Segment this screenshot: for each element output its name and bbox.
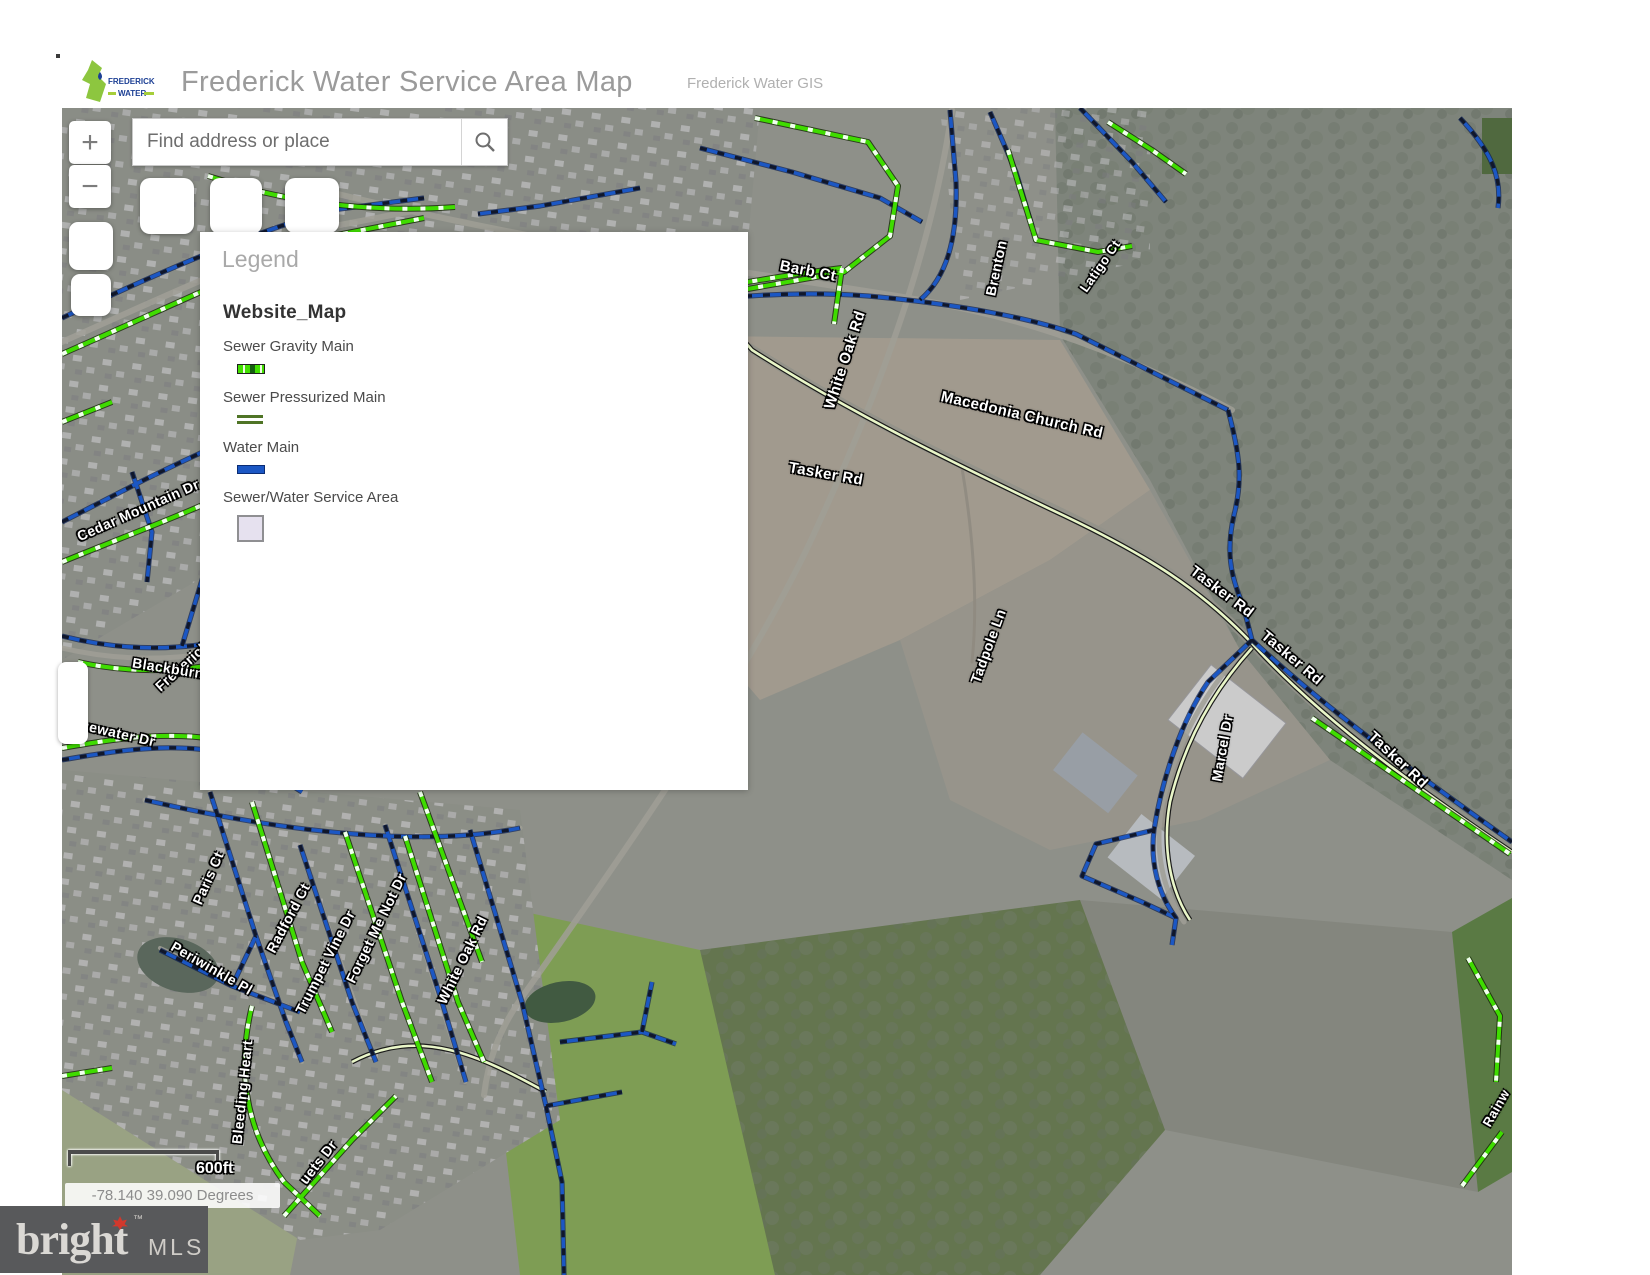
scale-label: 600ft: [196, 1160, 233, 1178]
search-icon: [474, 131, 496, 153]
side-panel-handle[interactable]: [58, 662, 88, 744]
legend-item: Sewer Gravity Main: [223, 338, 398, 374]
locate-button[interactable]: [71, 274, 111, 316]
svg-text:FREDERICK: FREDERICK: [108, 77, 155, 86]
search-input[interactable]: [133, 119, 461, 165]
legend-panel: Legend Website_Map Sewer Gravity MainSew…: [200, 232, 748, 790]
page: donia Church RdBarb CtWhite Oak RdBrento…: [0, 0, 1650, 1275]
legend-item-label: Sewer Pressurized Main: [223, 389, 398, 406]
frederick-water-logo: FREDERICK WATER: [78, 58, 174, 106]
svg-text:WATER: WATER: [118, 89, 147, 98]
zoom-in-button[interactable]: +: [69, 121, 111, 164]
home-button[interactable]: [69, 222, 113, 270]
bright-mls-watermark: bright ™ MLS: [0, 1206, 208, 1273]
toolbar-button-1[interactable]: [140, 178, 194, 234]
search-button[interactable]: [461, 119, 507, 165]
legend-item: Sewer/Water Service Area: [223, 489, 398, 542]
toolbar-button-3[interactable]: [285, 178, 339, 233]
legend-swatch-press: [237, 415, 263, 424]
legend-title: Legend: [222, 246, 299, 273]
legend-layer-title: Website_Map: [223, 302, 346, 324]
legend-item-label: Sewer Gravity Main: [223, 338, 398, 355]
legend-item-label: Water Main: [223, 439, 398, 456]
zoom-out-button[interactable]: −: [69, 165, 111, 208]
legend-swatch-gravity: [237, 364, 265, 374]
legend-items: Sewer Gravity Main Sewer Pressurized Main…: [223, 338, 398, 557]
page-title: Frederick Water Service Area Map: [181, 66, 633, 99]
coordinates-readout: -78.140 39.090 Degrees: [65, 1183, 280, 1208]
legend-item-label: Sewer/Water Service Area: [223, 489, 398, 506]
brand-suffix: MLS: [148, 1234, 204, 1261]
maple-leaf-icon: [112, 1216, 128, 1230]
tiny-dot: [56, 54, 60, 58]
header-bar: FREDERICK WATER Frederick Water Service …: [0, 0, 1650, 108]
trademark-symbol: ™: [133, 1214, 143, 1225]
legend-swatch-area: [237, 515, 264, 542]
legend-swatch-water: [237, 465, 265, 474]
page-subtitle: Frederick Water GIS: [687, 75, 823, 92]
toolbar-button-2[interactable]: [210, 178, 262, 234]
brand-name: bright: [16, 1214, 127, 1265]
search-bar: [132, 118, 508, 166]
legend-item: Sewer Pressurized Main: [223, 389, 398, 424]
legend-item: Water Main: [223, 439, 398, 474]
